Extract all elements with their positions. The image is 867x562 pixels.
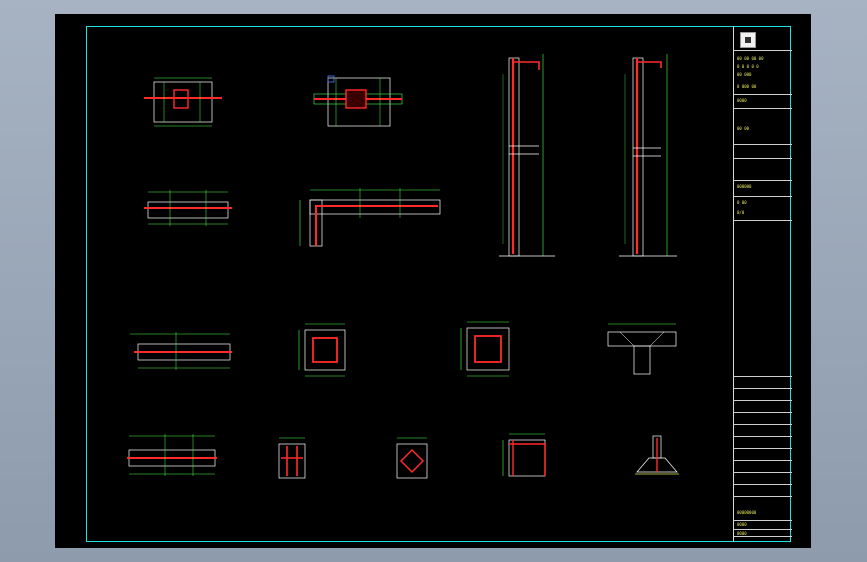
title-block-divider [734, 412, 792, 413]
beam-detail-1 [144, 77, 222, 127]
title-block-divider [734, 529, 792, 530]
title-block-divider [734, 50, 792, 51]
small-section-3 [502, 433, 546, 477]
beam-elevation-1 [144, 190, 232, 226]
title-block-divider [734, 158, 792, 159]
title-block-divider [734, 496, 792, 497]
title-block-divider [734, 144, 792, 145]
title-block-text: 000000 [737, 184, 752, 189]
title-block-divider [734, 424, 792, 425]
title-block-divider [734, 448, 792, 449]
title-block-divider [734, 436, 792, 437]
title-block-divider [734, 400, 792, 401]
company-logo-icon [740, 32, 756, 48]
beam-elevation-3 [127, 434, 217, 476]
title-block-text: 0000 [737, 522, 747, 527]
title-block-divider [734, 376, 792, 377]
title-block-divider [734, 180, 792, 181]
title-block: 00 00 00 00 0 0 0 0 0 00 000 0 000 00 00… [733, 26, 792, 542]
title-block-divider [734, 220, 792, 221]
title-block-text: 0 00 [737, 200, 747, 205]
column-elevation-b [619, 54, 677, 257]
title-block-divider [734, 108, 792, 109]
title-block-divider [734, 460, 792, 461]
title-block-text: 0/0 [737, 210, 745, 215]
beam-elevation-2 [130, 332, 232, 370]
title-block-text: 00000000 [737, 510, 757, 515]
small-section-1 [278, 437, 306, 479]
title-block-divider [734, 388, 792, 389]
t-joint-detail [607, 323, 677, 375]
title-block-divider [734, 520, 792, 521]
title-block-text: 0 0 0 0 0 [737, 64, 759, 69]
title-block-divider [734, 484, 792, 485]
title-block-divider [734, 94, 792, 95]
title-block-text: 00 00 [737, 126, 750, 131]
column-elevation-a [499, 54, 555, 257]
title-block-text: 00 000 [737, 72, 752, 77]
beam-column-joint [299, 188, 441, 247]
beam-detail-2 [313, 75, 403, 127]
title-block-text: 00 00 00 00 [737, 56, 764, 61]
title-block-divider [734, 196, 792, 197]
small-section-2 [396, 437, 428, 479]
title-block-divider [734, 472, 792, 473]
footing-detail [635, 435, 679, 475]
title-block-text: 0000 [737, 98, 747, 103]
title-block-text: 0 000 00 [737, 84, 757, 89]
title-block-divider [734, 536, 792, 537]
column-section-1 [298, 323, 346, 377]
column-section-2 [460, 321, 510, 377]
cad-drawing-canvas[interactable]: 00 00 00 00 0 0 0 0 0 00 000 0 000 00 00… [55, 14, 811, 548]
